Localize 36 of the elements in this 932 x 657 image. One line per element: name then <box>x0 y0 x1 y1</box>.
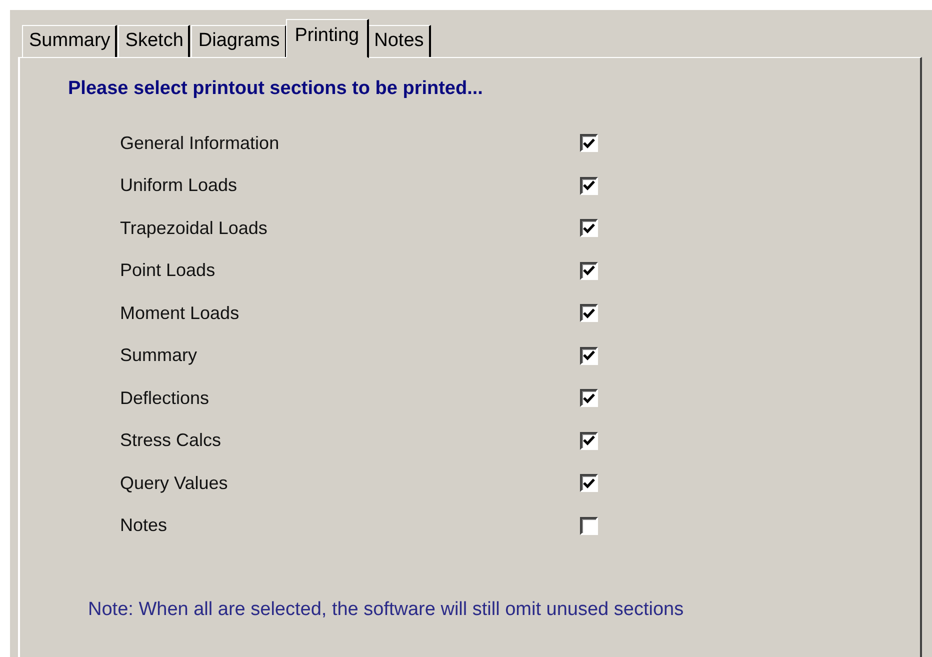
option-label: Moment Loads <box>120 302 240 324</box>
checkbox[interactable] <box>580 176 598 195</box>
checkmark-icon <box>583 435 595 446</box>
checkmark-icon <box>583 180 595 192</box>
section-heading: Please select printout sections to be printed... <box>68 78 484 100</box>
tab[interactable]: Notes <box>367 25 431 57</box>
checkbox[interactable] <box>580 474 598 492</box>
checkbox[interactable] <box>580 304 598 322</box>
option-label: General Information <box>120 132 280 154</box>
checkmark-icon <box>583 308 595 319</box>
checkmark-icon <box>583 138 595 149</box>
option-label: Deflections <box>120 388 210 409</box>
tab[interactable]: Printing <box>286 19 370 58</box>
option-label: Notes <box>120 515 168 536</box>
option-label: Uniform Loads <box>120 175 238 196</box>
checkmark-icon <box>583 265 595 276</box>
option-label: Query Values <box>120 472 229 494</box>
checkbox[interactable] <box>580 262 598 280</box>
tab[interactable]: Sketch <box>118 25 190 57</box>
option-label: Stress Calcs <box>120 430 222 452</box>
tab[interactable]: Summary <box>22 25 118 57</box>
option-label: Summary <box>120 345 198 366</box>
checkmark-icon <box>583 350 595 362</box>
checkbox[interactable] <box>580 516 598 535</box>
checkmark-icon <box>583 222 595 234</box>
option-label: Trapezoidal Loads <box>120 218 268 239</box>
checkbox[interactable] <box>580 134 598 152</box>
option-label: Point Loads <box>120 260 216 282</box>
checkbox[interactable] <box>580 219 598 238</box>
checkbox[interactable] <box>580 389 598 408</box>
checkmark-icon <box>583 392 595 404</box>
tab[interactable]: Diagrams <box>191 25 287 57</box>
checkbox[interactable] <box>580 346 598 365</box>
checkmark-icon <box>583 478 595 489</box>
checkbox[interactable] <box>580 432 598 450</box>
note-text: Note: When all are selected, the software will still omit unused sections <box>88 599 685 621</box>
